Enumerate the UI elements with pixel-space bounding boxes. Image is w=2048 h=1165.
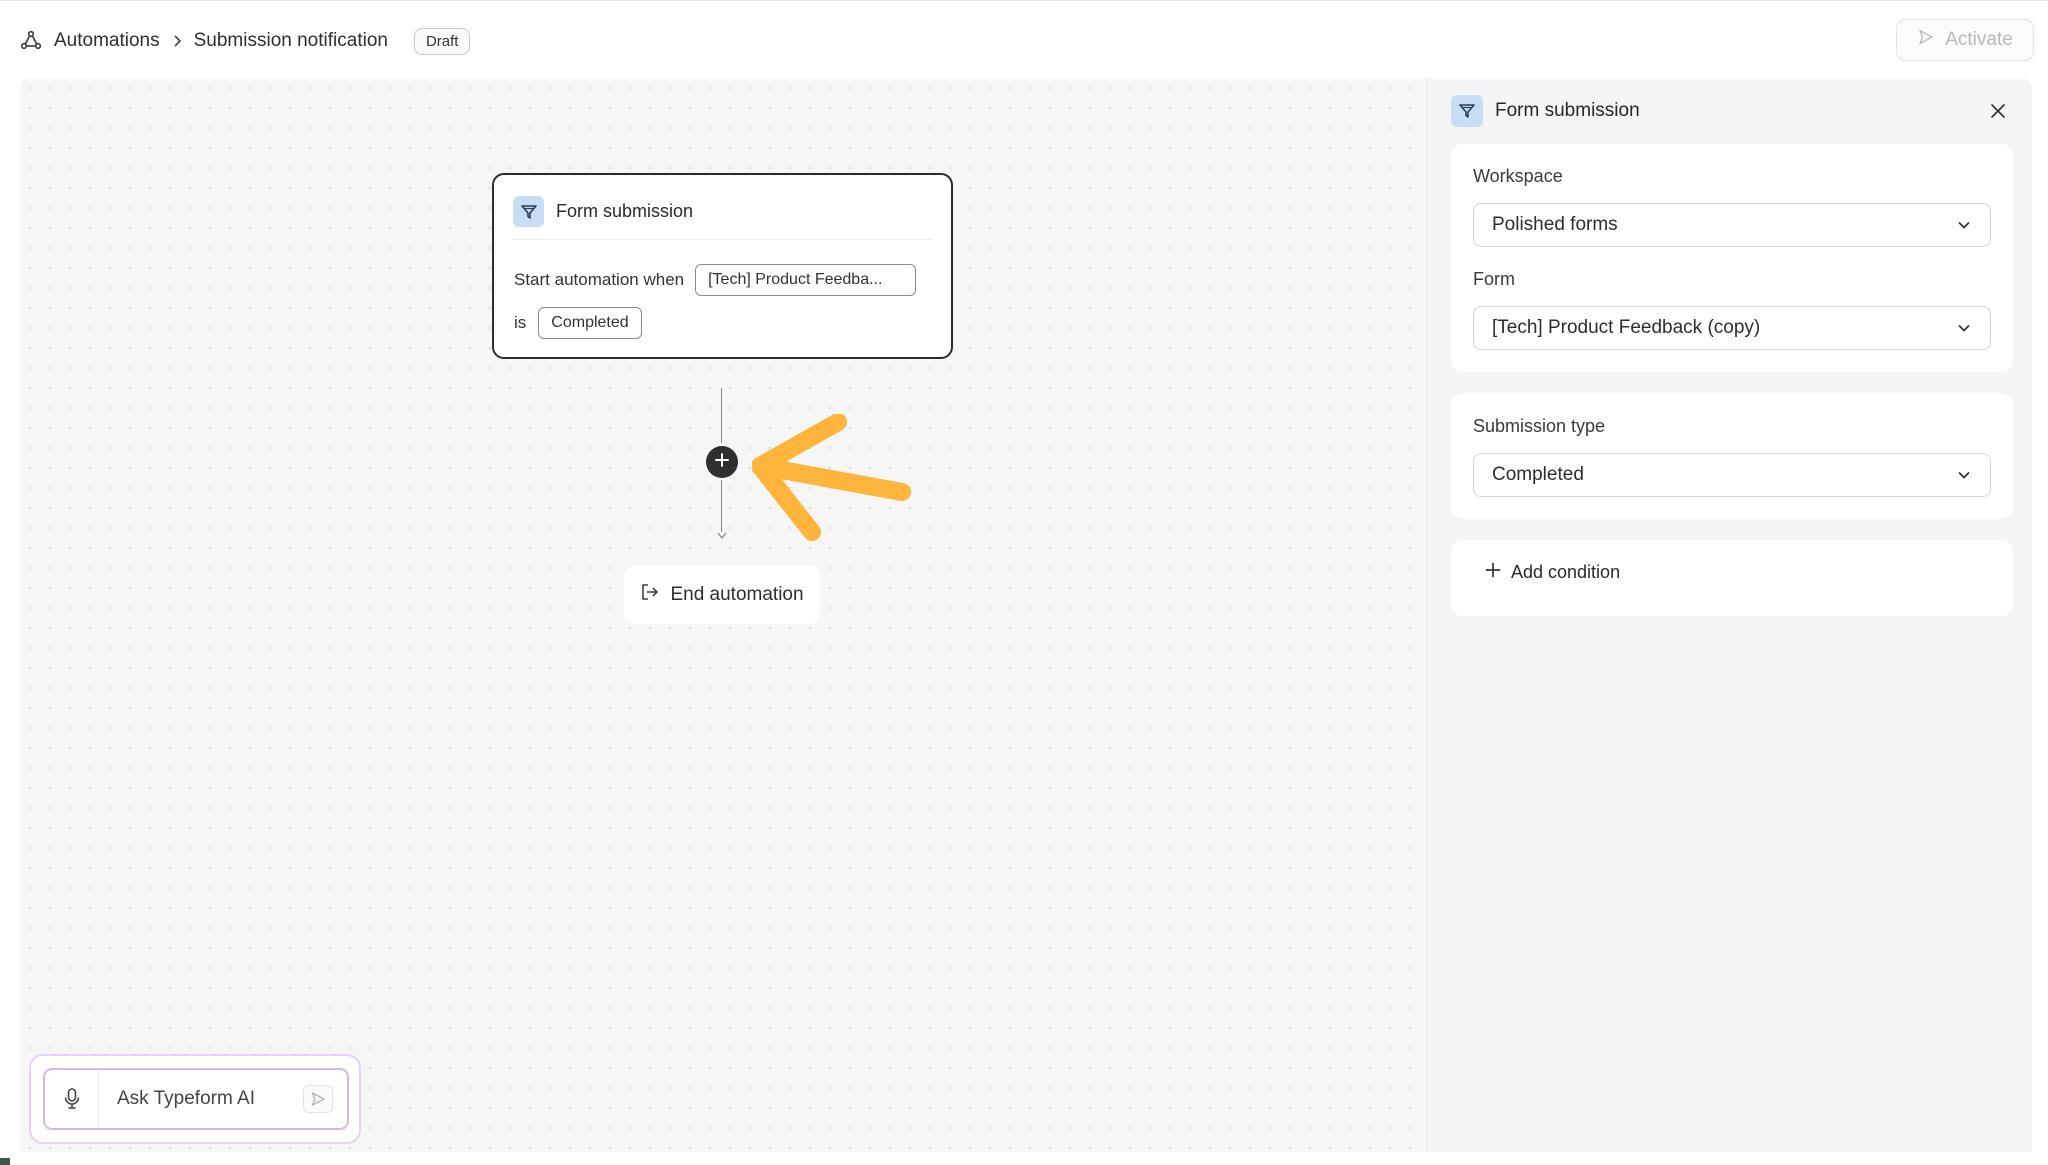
add-condition-label: Add condition: [1511, 562, 1621, 582]
divider: [513, 239, 932, 240]
form-label: Form: [1473, 269, 1515, 289]
panel-title: Form submission: [1495, 100, 1640, 121]
add-condition-button[interactable]: Add condition: [1485, 562, 1620, 583]
submission-type-card: Submission type Completed: [1451, 394, 2013, 518]
ask-ai-container: Ask Typeform AI: [29, 1054, 361, 1144]
submission-type-select[interactable]: Completed: [1473, 453, 1991, 497]
top-bar: Automations Submission notification Draf…: [0, 0, 2048, 78]
chevron-right-icon: [172, 34, 182, 48]
status-chip[interactable]: Completed: [538, 307, 642, 339]
highlight-arrow-icon: [751, 413, 912, 549]
play-icon: [1917, 28, 1935, 52]
trigger-node[interactable]: Form submission Start automation when [T…: [492, 173, 953, 359]
plus-icon: [1485, 562, 1501, 583]
breadcrumb-current[interactable]: Submission notification: [194, 30, 388, 52]
activate-button[interactable]: Activate: [1896, 19, 2034, 61]
bottom-edge: [0, 1152, 2048, 1165]
chevron-down-icon: [1956, 467, 1972, 489]
add-step-button[interactable]: [706, 446, 738, 478]
workspace-value: Polished forms: [1492, 214, 1618, 235]
end-automation-node[interactable]: End automation: [624, 566, 820, 624]
microphone-icon[interactable]: [45, 1070, 99, 1128]
typeform-submit-icon: [1451, 95, 1483, 127]
window-edge: [0, 1158, 10, 1165]
submission-type-label: Submission type: [1473, 416, 1606, 436]
workspace-select[interactable]: Polished forms: [1473, 203, 1991, 247]
form-value: [Tech] Product Feedback (copy): [1492, 317, 1761, 338]
connector-line: [721, 480, 722, 532]
source-card: Workspace Polished forms Form [Tech] Pro…: [1451, 144, 2013, 372]
add-condition-card: Add condition: [1451, 540, 2013, 616]
arrow-down-icon: [716, 528, 728, 546]
chevron-down-icon: [1956, 217, 1972, 239]
submission-type-value: Completed: [1492, 464, 1584, 485]
trigger-node-header: Form submission: [513, 196, 693, 227]
status-badge: Draft: [413, 27, 471, 55]
plus-icon: [714, 452, 730, 473]
trigger-status-row: is Completed: [514, 307, 642, 339]
trigger-node-title: Form submission: [556, 201, 694, 221]
breadcrumb-automations[interactable]: Automations: [54, 30, 160, 52]
chevron-down-icon: [1956, 320, 1972, 342]
properties-panel: Form submission Workspace Polished forms…: [1426, 78, 2032, 1152]
workspace-label: Workspace: [1473, 166, 1563, 186]
start-text: Start automation when: [514, 270, 685, 289]
send-icon[interactable]: [303, 1085, 333, 1113]
is-text: is: [514, 313, 527, 332]
ask-ai-input[interactable]: Ask Typeform AI: [43, 1068, 349, 1130]
close-icon[interactable]: [1985, 98, 2011, 124]
form-chip[interactable]: [Tech] Product Feedba...: [695, 264, 917, 296]
typeform-submit-icon: [513, 196, 544, 227]
activate-label: Activate: [1945, 29, 2013, 50]
form-select[interactable]: [Tech] Product Feedback (copy): [1473, 306, 1991, 350]
end-automation-label: End automation: [670, 584, 804, 605]
connector-line: [721, 388, 722, 444]
trigger-condition-row: Start automation when [Tech] Product Fee…: [514, 264, 917, 296]
ask-ai-placeholder: Ask Typeform AI: [117, 1088, 255, 1109]
panel-header: Form submission: [1451, 94, 2011, 128]
breadcrumb: Automations Submission notification Draf…: [20, 21, 471, 61]
exit-icon: [640, 582, 660, 608]
automation-icon: [20, 29, 44, 53]
